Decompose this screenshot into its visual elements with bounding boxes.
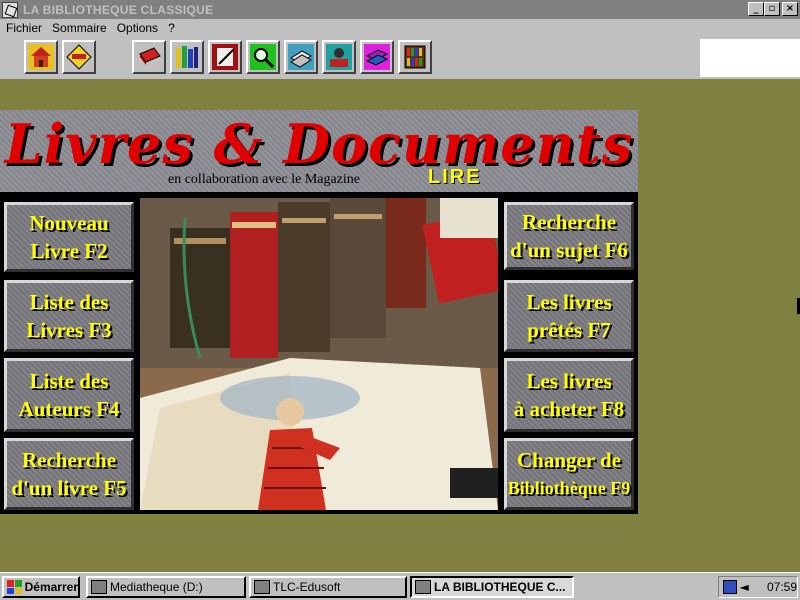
button-line1: Recherche: [521, 210, 617, 234]
main-panel: Livres & Documents en collaboration avec…: [0, 110, 638, 514]
bibliotheque-app-icon: [415, 580, 431, 594]
button-line2: Bibliothèque F9: [507, 478, 631, 498]
button-line1: Changer de: [516, 448, 622, 472]
drive-icon: [91, 580, 107, 594]
title-bar[interactable]: LA BIBLIOTHEQUE CLASSIQUE _ ▫ ×: [0, 0, 800, 19]
menu-fichier[interactable]: Fichier: [0, 21, 47, 35]
home-button[interactable]: [24, 40, 58, 74]
button-line2: d'un sujet F6: [510, 238, 628, 262]
quitter-sign-icon: [66, 44, 92, 70]
books-photo: [140, 198, 498, 510]
window-title: LA BIBLIOTHEQUE CLASSIQUE: [23, 2, 214, 17]
button-line2: Livre F2: [30, 239, 108, 263]
system-tray: ◄ 07:59: [718, 576, 798, 598]
books-button[interactable]: [284, 40, 318, 74]
button-line2: d'un livre F5: [11, 476, 127, 500]
windows-logo-icon: [7, 580, 22, 594]
menu-bar: Fichier Sommaire Options ?: [0, 19, 800, 37]
button-line2: Auteurs F4: [18, 397, 120, 421]
banner-title: Livres & Documents: [4, 112, 634, 176]
recherche-sujet-button[interactable]: Recherche d'un sujet F6: [504, 202, 634, 270]
task-bibliotheque[interactable]: LA BIBLIOTHEQUE C...: [410, 576, 574, 598]
tray-app-icon[interactable]: [723, 580, 737, 594]
menu-options[interactable]: Options: [112, 21, 163, 35]
nouveau-livre-button[interactable]: Nouveau Livre F2: [4, 202, 134, 272]
library-shelf-icon: [404, 45, 426, 69]
toolbar: [0, 37, 800, 79]
colored-books-button[interactable]: [360, 40, 394, 74]
toolbar-blank-area: [700, 39, 800, 77]
bookshelf-button[interactable]: [170, 40, 204, 74]
taskbar: Démarrer Mediatheque (D:) TLC-Edusoft LA…: [0, 572, 800, 600]
minimize-button[interactable]: _: [748, 2, 764, 16]
menu-sommaire[interactable]: Sommaire: [47, 21, 112, 35]
task-label: Mediatheque (D:): [110, 580, 203, 594]
clock[interactable]: 07:59: [767, 580, 797, 594]
button-line1: Liste des: [29, 290, 109, 314]
search-button[interactable]: [246, 40, 280, 74]
liste-auteurs-button[interactable]: Liste des Auteurs F4: [4, 358, 134, 432]
start-button[interactable]: Démarrer: [2, 576, 80, 598]
task-tlc-edusoft[interactable]: TLC-Edusoft: [249, 576, 407, 598]
liste-livres-button[interactable]: Liste des Livres F3: [4, 280, 134, 352]
close-button[interactable]: ×: [782, 2, 798, 16]
reader-icon: [326, 44, 352, 70]
bookshelf-icon: [176, 46, 198, 68]
changer-bibliotheque-button[interactable]: Changer de Bibliothèque F9: [504, 438, 634, 510]
red-book-icon: [139, 47, 161, 65]
restore-button[interactable]: ▫: [764, 2, 780, 16]
task-label: LA BIBLIOTHEQUE C...: [434, 580, 566, 594]
write-button[interactable]: [208, 40, 242, 74]
task-label: TLC-Edusoft: [273, 580, 341, 594]
button-line1: Nouveau: [29, 211, 109, 235]
magnifier-icon: [250, 44, 276, 70]
menu-help[interactable]: ?: [163, 21, 180, 35]
button-line2: prêtés F7: [527, 318, 611, 342]
button-line1: Recherche: [21, 448, 117, 472]
button-line2: Livres F3: [26, 318, 112, 342]
home-icon: [28, 44, 54, 70]
start-label: Démarrer: [24, 580, 78, 594]
app-window-icon: [254, 580, 270, 594]
button-line2: à acheter F8: [513, 397, 625, 421]
writing-icon: [212, 44, 238, 70]
button-line1: Les livres: [526, 290, 612, 314]
reader-button[interactable]: [322, 40, 356, 74]
colored-books-icon: [364, 44, 390, 70]
magazine-logo: LIRE: [428, 166, 482, 188]
task-mediatheque[interactable]: Mediatheque (D:): [86, 576, 246, 598]
recherche-livre-button[interactable]: Recherche d'un livre F5: [4, 438, 134, 510]
banner: Livres & Documents en collaboration avec…: [0, 110, 638, 192]
book-button[interactable]: [132, 40, 166, 74]
banner-collab-text: en collaboration avec le Magazine: [168, 172, 361, 187]
speaker-icon[interactable]: ◄: [740, 580, 753, 594]
livres-pretes-button[interactable]: Les livres prêtés F7: [504, 280, 634, 352]
livres-acheter-button[interactable]: Les livres à acheter F8: [504, 358, 634, 432]
window-controls: _ ▫ ×: [748, 2, 798, 16]
library-button[interactable]: [398, 40, 432, 74]
app-icon[interactable]: [2, 1, 18, 18]
quitter-button[interactable]: [62, 40, 96, 74]
button-line1: Les livres: [526, 369, 612, 393]
book-stack-icon: [288, 44, 314, 70]
button-line1: Liste des: [29, 369, 109, 393]
